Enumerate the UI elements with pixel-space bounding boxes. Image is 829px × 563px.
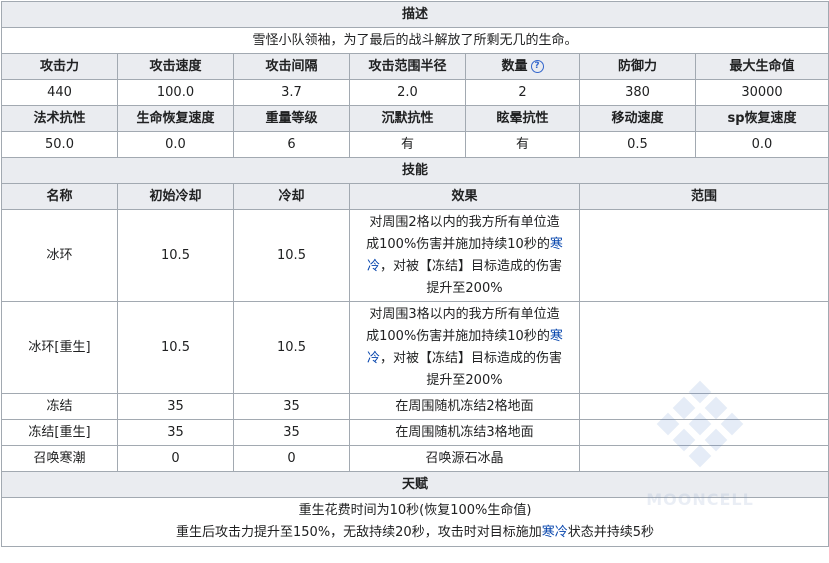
- skill-cd: 35: [233, 419, 350, 446]
- stats-header-row-1: 攻击力 攻击速度 攻击间隔 攻击范围半径 数量? 防御力 最大生命值: [1, 53, 829, 80]
- stat-header-attack-speed: 攻击速度: [117, 53, 234, 80]
- talent-text: 重生花费时间为10秒(恢复100%生命值) 重生后攻击力提升至150%，无敌持续2…: [0, 497, 829, 547]
- stat-value-attack-speed: 100.0: [117, 79, 234, 106]
- skill-name: 召唤寒潮: [1, 445, 118, 472]
- skill-cd: 35: [233, 393, 350, 420]
- description-text: 雪怪小队领袖，为了最后的战斗解放了所剩无几的生命。: [0, 27, 829, 54]
- skill-effect-text: 对周围2格以内的我方所有单位造: [369, 214, 560, 230]
- enemy-info-table: 描述 雪怪小队领袖，为了最后的战斗解放了所剩无几的生命。 攻击力 攻击速度 攻击…: [0, 1, 829, 547]
- stat-header-move-speed: 移动速度: [579, 105, 696, 132]
- skill-col-range: 范围: [578, 183, 829, 210]
- stat-value-attack: 440: [1, 79, 118, 106]
- skill-name: 冻结: [1, 393, 118, 420]
- stat-value-move-speed: 0.5: [579, 131, 696, 158]
- skill-name: 冰环: [1, 209, 118, 302]
- skills-header: 技能: [0, 157, 829, 184]
- skill-row: 冰环[重生] 10.5 10.5 对周围3格以内的我方所有单位造 成100%伤害并…: [1, 301, 829, 394]
- stat-value-silence-res: 有: [349, 131, 466, 158]
- skill-col-name: 名称: [1, 183, 118, 210]
- skill-col-effect: 效果: [349, 183, 580, 210]
- stat-value-attack-range: 2.0: [349, 79, 466, 106]
- skill-range: [578, 209, 829, 302]
- stat-header-silence-res: 沉默抗性: [349, 105, 466, 132]
- stat-value-hp-regen: 0.0: [117, 131, 234, 158]
- keyword-link-cold[interactable]: 冷: [367, 351, 380, 366]
- stat-header-max-hp: 最大生命值: [694, 53, 829, 80]
- skill-row: 召唤寒潮 0 0 召唤源石冰晶: [1, 445, 829, 472]
- stat-header-magic-res: 法术抗性: [1, 105, 118, 132]
- skill-range: [578, 445, 829, 472]
- keyword-link-cold[interactable]: 冷: [367, 259, 380, 274]
- talent-header: 天赋: [0, 471, 829, 498]
- description-row: 雪怪小队领袖，为了最后的战斗解放了所剩无几的生命。: [0, 27, 829, 54]
- stat-header-count-label: 数量: [501, 58, 528, 74]
- stats-value-row-2: 50.0 0.0 6 有 有 0.5 0.0: [1, 131, 829, 158]
- stat-header-attack-range: 攻击范围半径: [349, 53, 466, 80]
- talent-row: 重生花费时间为10秒(恢复100%生命值) 重生后攻击力提升至150%，无敌持续2…: [0, 497, 829, 547]
- skill-range: [578, 301, 829, 394]
- stat-value-stun-res: 有: [465, 131, 580, 158]
- skill-effect: 在周围随机冻结3格地面: [349, 419, 580, 446]
- stat-value-sp-regen: 0.0: [694, 131, 829, 158]
- talent-line-1: 重生花费时间为10秒(恢复100%生命值): [298, 503, 532, 518]
- skill-effect-text: 提升至200%: [426, 372, 503, 388]
- skill-effect-text: 成100%伤害并施加持续10秒的: [366, 328, 550, 344]
- skill-cd: 10.5: [233, 301, 350, 394]
- skill-cd: 10.5: [233, 209, 350, 302]
- question-circle-icon[interactable]: ?: [530, 59, 544, 73]
- skill-initial-cd: 0: [117, 445, 234, 472]
- stat-value-attack-interval: 3.7: [233, 79, 350, 106]
- stat-header-count: 数量?: [465, 53, 580, 80]
- skill-range: [578, 419, 829, 446]
- stat-header-attack: 攻击力: [1, 53, 118, 80]
- stat-header-hp-regen: 生命恢复速度: [117, 105, 234, 132]
- skill-initial-cd: 10.5: [117, 301, 234, 394]
- talent-line-2-pre: 重生后攻击力提升至150%，无敌持续20秒，攻击时对目标施加: [176, 525, 542, 540]
- skills-header-row: 技能: [0, 157, 829, 184]
- stat-header-defense: 防御力: [579, 53, 696, 80]
- description-header-row: 描述: [0, 1, 829, 28]
- skill-effect: 对周围3格以内的我方所有单位造 成100%伤害并施加持续10秒的寒冷，对被【冻结】…: [349, 301, 580, 394]
- skill-effect-text: ，对被【冻结】目标造成的伤害: [380, 350, 563, 366]
- skill-initial-cd: 35: [117, 419, 234, 446]
- skill-cd: 0: [233, 445, 350, 472]
- skill-col-cd: 冷却: [233, 183, 350, 210]
- stat-value-max-hp: 30000: [694, 79, 829, 106]
- stats-header-row-2: 法术抗性 生命恢复速度 重量等级 沉默抗性 眩晕抗性 移动速度 sp恢复速度: [1, 105, 829, 132]
- skill-effect: 在周围随机冻结2格地面: [349, 393, 580, 420]
- keyword-link-cold[interactable]: 寒冷: [542, 525, 568, 540]
- skill-initial-cd: 10.5: [117, 209, 234, 302]
- skill-row: 冰环 10.5 10.5 对周围2格以内的我方所有单位造 成100%伤害并施加持续…: [1, 209, 829, 302]
- skill-name: 冰环[重生]: [1, 301, 118, 394]
- description-header: 描述: [0, 1, 829, 28]
- stat-header-attack-interval: 攻击间隔: [233, 53, 350, 80]
- skills-columns-row: 名称 初始冷却 冷却 效果 范围: [1, 183, 829, 210]
- keyword-link-cold[interactable]: 寒: [550, 329, 563, 344]
- stat-value-magic-res: 50.0: [1, 131, 118, 158]
- skill-range: [578, 393, 829, 420]
- stat-header-sp-regen: sp恢复速度: [694, 105, 829, 132]
- skill-effect-text: 成100%伤害并施加持续10秒的: [366, 236, 550, 252]
- skill-effect-text: 对周围3格以内的我方所有单位造: [369, 306, 560, 322]
- stat-value-weight: 6: [233, 131, 350, 158]
- stat-header-weight: 重量等级: [233, 105, 350, 132]
- stat-header-stun-res: 眩晕抗性: [465, 105, 580, 132]
- talent-header-row: 天赋: [0, 471, 829, 498]
- skill-row: 冻结[重生] 35 35 在周围随机冻结3格地面: [1, 419, 829, 446]
- skill-name: 冻结[重生]: [1, 419, 118, 446]
- skill-col-initial-cd: 初始冷却: [117, 183, 234, 210]
- keyword-link-cold[interactable]: 寒: [550, 237, 563, 252]
- stat-value-defense: 380: [579, 79, 696, 106]
- skill-effect-text: 提升至200%: [426, 280, 503, 296]
- skill-initial-cd: 35: [117, 393, 234, 420]
- skill-effect: 召唤源石冰晶: [349, 445, 580, 472]
- skill-row: 冻结 35 35 在周围随机冻结2格地面: [1, 393, 829, 420]
- stat-value-count: 2: [465, 79, 580, 106]
- talent-line-2-post: 状态并持续5秒: [567, 525, 655, 540]
- skill-effect-text: ，对被【冻结】目标造成的伤害: [380, 258, 563, 274]
- stats-value-row-1: 440 100.0 3.7 2.0 2 380 30000: [1, 79, 829, 106]
- skill-effect: 对周围2格以内的我方所有单位造 成100%伤害并施加持续10秒的寒冷，对被【冻结】…: [349, 209, 580, 302]
